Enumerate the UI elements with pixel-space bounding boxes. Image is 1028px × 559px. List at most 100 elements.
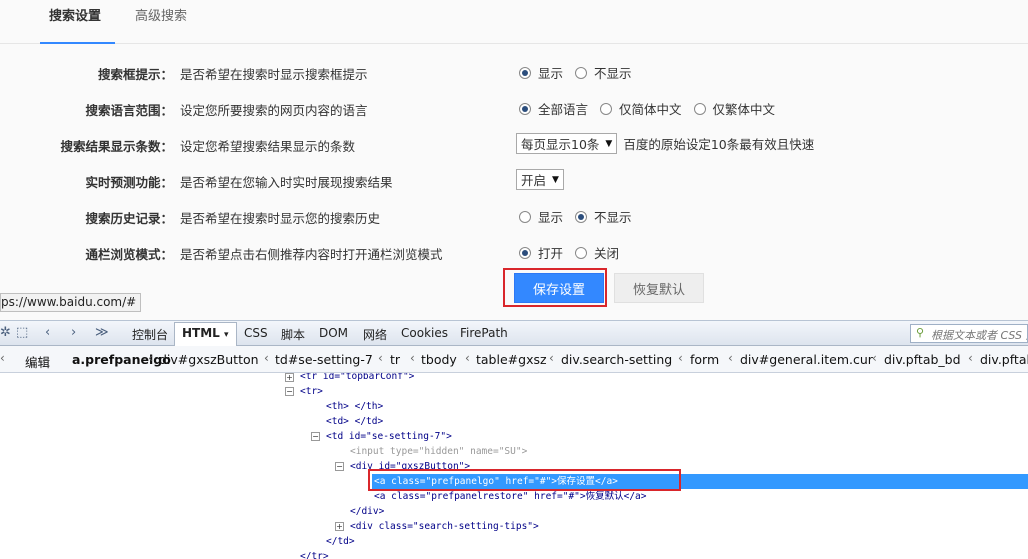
setting-label: 实时预测功能： <box>85 175 173 190</box>
radio-traditional-chinese[interactable]: 仅繁体中文 <box>691 99 776 118</box>
radio-checked-icon <box>519 66 531 79</box>
tree-node-text: </div> <box>350 506 385 517</box>
breadcrumb-item[interactable]: tr <box>390 352 400 367</box>
radio-close[interactable]: 关闭 <box>572 243 619 262</box>
tree-node[interactable]: <input type="hidden" name="SU"> <box>350 444 527 459</box>
radio-all-languages[interactable]: 全部语言 <box>516 99 588 118</box>
tree-node-text: <div class="search-setting-tips"> <box>350 521 539 532</box>
tree-node[interactable]: <div class="search-setting-tips"> <box>350 519 539 534</box>
tree-node-text: <th> </th> <box>326 401 384 412</box>
radio-checked-icon <box>575 210 588 223</box>
dropdown-arrow-icon: ▼ <box>552 174 559 185</box>
chevron-down-icon: ▾ <box>224 330 229 340</box>
radio-label: 关闭 <box>594 246 620 261</box>
result-count-select[interactable]: 每页显示10条 ▼ <box>516 133 618 154</box>
chevron-left-icon: ‹ <box>872 351 877 365</box>
radio-open[interactable]: 打开 <box>516 243 563 262</box>
tab-script[interactable]: 脚本 <box>281 326 305 343</box>
forward-icon[interactable]: › <box>71 325 76 340</box>
chevron-left-icon: ‹ <box>264 351 269 365</box>
tab-console[interactable]: 控制台 <box>132 326 168 343</box>
tree-node[interactable]: <tr> <box>300 384 323 399</box>
collapse-icon[interactable]: − <box>311 432 320 441</box>
setting-row-search-box-hint: 搜索框提示： 是否希望在搜索时显示搜索框提示 显示 不显示 <box>0 64 1028 100</box>
firebug-search-input[interactable]: ⚲ 根据文本或者 CSS 选 <box>910 324 1028 343</box>
breadcrumb-item[interactable]: div.search-setting <box>561 352 672 367</box>
setting-label: 搜索语言范围： <box>85 103 173 118</box>
tree-node-text: <tr> <box>300 386 323 397</box>
breadcrumb-item[interactable]: div#gxszButton <box>159 352 259 367</box>
firebug-icon[interactable]: ✲ <box>0 325 11 340</box>
tab-cookies[interactable]: Cookies <box>401 326 448 340</box>
tree-node[interactable]: </div> <box>350 504 384 519</box>
breadcrumb-item[interactable]: div#general.item.cur <box>740 352 873 367</box>
tree-node[interactable]: <td id="se-setting-7"> <box>326 429 452 444</box>
tree-node-text: <td id="se-setting-7"> <box>326 431 452 442</box>
radio-label: 不显示 <box>594 210 632 225</box>
radio-hide[interactable]: 不显示 <box>572 63 632 82</box>
tree-node-text: <a class="prefpanelrestore" href="#">恢复默… <box>374 491 647 502</box>
tab-network[interactable]: 网络 <box>363 326 387 343</box>
breadcrumb-item[interactable]: table#gxsz <box>476 352 547 367</box>
command-line-icon[interactable]: ≫ <box>95 325 109 340</box>
settings-tabbar: 搜索设置 高级搜索 <box>0 0 1028 44</box>
breadcrumb-item[interactable]: td#se-setting-7 <box>275 352 373 367</box>
radio-label: 显示 <box>538 66 564 81</box>
breadcrumb-item[interactable]: div.pftab_bd <box>884 352 961 367</box>
tab-css[interactable]: CSS <box>244 326 268 340</box>
chevron-left-icon: ‹ <box>0 351 5 365</box>
realtime-prediction-select[interactable]: 开启 ▼ <box>516 169 564 190</box>
chevron-left-icon: ‹ <box>549 351 554 365</box>
status-url-tooltip: ps://www.baidu.com/# <box>0 293 142 312</box>
radio-show-history[interactable]: 显示 <box>516 207 563 226</box>
breadcrumb-item[interactable]: a.prefpanelgo <box>72 352 171 367</box>
breadcrumb-item[interactable]: tbody <box>421 352 457 367</box>
tree-node[interactable]: <th> </th> <box>326 399 383 414</box>
setting-desc: 设定您希望搜索结果显示的条数 <box>180 139 356 154</box>
setting-desc: 是否希望在搜索时显示您的搜索历史 <box>180 211 381 226</box>
tab-html[interactable]: HTML ▾ <box>174 322 237 347</box>
chevron-left-icon: ‹ <box>728 351 733 365</box>
setting-row-search-history: 搜索历史记录： 是否希望在搜索时显示您的搜索历史 显示 不显示 <box>0 208 1028 244</box>
expand-icon[interactable]: + <box>285 373 294 382</box>
expand-icon[interactable]: + <box>335 522 344 531</box>
radio-unchecked-icon <box>575 66 588 79</box>
inspect-icon[interactable]: ⬚ <box>16 325 28 340</box>
collapse-icon[interactable]: − <box>285 387 294 396</box>
radio-label: 仅简体中文 <box>619 102 682 117</box>
breadcrumb-item[interactable]: div.pftab <box>980 352 1028 367</box>
tab-advanced-search[interactable]: 高级搜索 <box>135 8 187 44</box>
collapse-icon[interactable]: − <box>335 462 344 471</box>
radio-label: 仅繁体中文 <box>712 102 776 117</box>
select-value: 每页显示10条 <box>521 137 600 152</box>
tree-node-text: <input type="hidden" name="SU"> <box>350 446 528 457</box>
radio-hide-history[interactable]: 不显示 <box>572 207 632 226</box>
tab-dom[interactable]: DOM <box>319 326 348 340</box>
chevron-left-icon: ‹ <box>410 351 415 365</box>
breadcrumb-item[interactable]: form <box>690 352 719 367</box>
restore-defaults-button[interactable]: 恢复默认 <box>614 273 704 303</box>
dropdown-arrow-icon: ▼ <box>605 138 613 149</box>
tree-node[interactable]: <td> </td> <box>326 414 383 429</box>
breadcrumb: ‹ 编辑 a.prefpanelgo ‹ div#gxszButton ‹ td… <box>0 346 1028 373</box>
setting-row-result-count: 搜索结果显示条数： 设定您希望搜索结果显示的条数 每页显示10条 ▼ 百度的原始设… <box>0 133 1028 172</box>
tree-node[interactable]: <a class="prefpanelrestore" href="#">恢复默… <box>374 489 647 504</box>
chevron-left-icon: ‹ <box>148 351 153 365</box>
setting-row-realtime-prediction: 实时预测功能： 是否希望在您输入时实时展现搜索结果 开启 ▼ <box>0 169 1028 208</box>
html-tree-panel: + <tr id="topbarConf"> − <tr> <th> </th>… <box>0 373 1028 559</box>
edit-button[interactable]: 编辑 <box>25 352 50 371</box>
radio-unchecked-icon <box>575 246 588 259</box>
search-icon: ⚲ <box>916 326 925 339</box>
back-icon[interactable]: ‹ <box>45 325 50 340</box>
radio-show[interactable]: 显示 <box>516 63 563 82</box>
radio-label: 打开 <box>538 246 564 261</box>
radio-simplified-chinese[interactable]: 仅简体中文 <box>597 99 682 118</box>
tab-search-settings[interactable]: 搜索设置 <box>40 8 115 44</box>
tree-node[interactable]: <tr id="topbarConf"> <box>300 373 414 384</box>
setting-desc: 设定您所要搜索的网页内容的语言 <box>180 103 368 118</box>
tab-firepath[interactable]: FirePath <box>460 326 508 340</box>
annotation-highlight-box <box>503 268 607 307</box>
tree-node[interactable]: </tr> <box>300 549 329 559</box>
tree-node[interactable]: </td> <box>326 534 355 549</box>
radio-unchecked-icon <box>600 102 613 115</box>
